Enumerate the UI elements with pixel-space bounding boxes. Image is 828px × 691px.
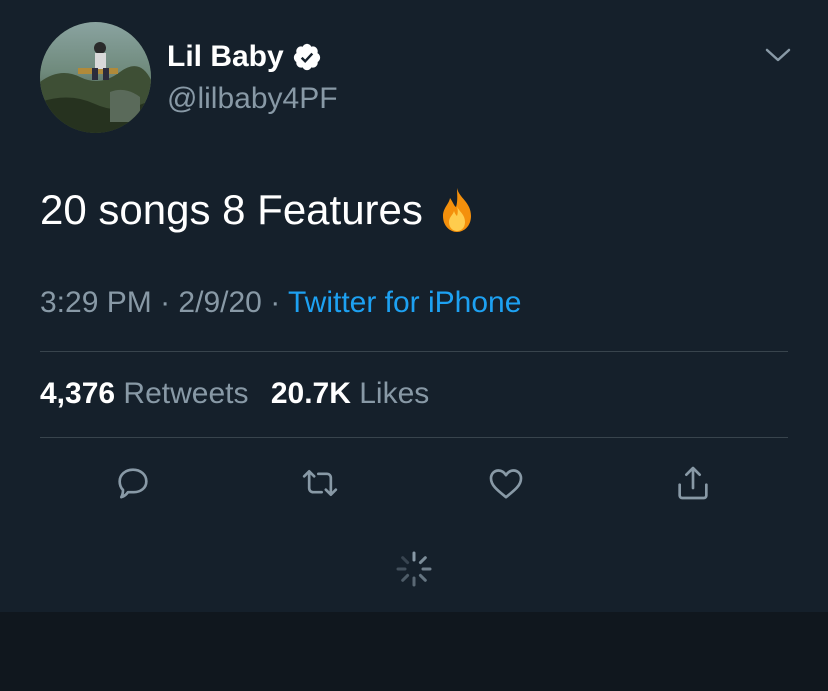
avatar-image: [40, 22, 151, 133]
tweet-date: 2/9/20: [178, 286, 262, 319]
reply-icon[interactable]: [113, 463, 153, 503]
divider: [40, 437, 788, 438]
bottom-bar: [0, 612, 828, 691]
retweets-stat[interactable]: 4,376 Retweets: [40, 377, 248, 410]
meta-separator: ·: [160, 286, 171, 319]
screen: Lil Baby @lilbaby4PF 20 songs 8 Features: [0, 0, 828, 691]
verified-badge-icon: [292, 42, 322, 72]
tweet-detail: Lil Baby @lilbaby4PF 20 songs 8 Features: [0, 0, 828, 612]
meta-separator: ·: [270, 286, 281, 319]
tweet-text: 20 songs 8 Features: [40, 186, 423, 233]
likes-stat[interactable]: 20.7K Likes: [271, 377, 429, 410]
retweets-label: Retweets: [123, 377, 249, 410]
retweets-count: 4,376: [40, 377, 116, 410]
chevron-down-icon[interactable]: [764, 44, 792, 66]
tweet-source-link[interactable]: Twitter for iPhone: [288, 286, 521, 319]
tweet-stats: 4,376 Retweets 20.7K Likes: [40, 377, 429, 411]
loading-spinner-icon: [394, 549, 434, 589]
like-icon[interactable]: [486, 463, 526, 503]
share-icon[interactable]: [673, 463, 713, 503]
tweet-meta: 3:29 PM · 2/9/20 · Twitter for iPhone: [40, 286, 521, 320]
likes-label: Likes: [359, 377, 430, 410]
fire-emoji-icon: [437, 186, 477, 234]
tweet-text-row: 20 songs 8 Features: [40, 186, 477, 234]
tweet-time: 3:29 PM: [40, 286, 152, 319]
divider: [40, 351, 788, 352]
display-name-row[interactable]: Lil Baby: [167, 40, 322, 74]
display-name[interactable]: Lil Baby: [167, 40, 284, 74]
retweet-icon[interactable]: [300, 463, 340, 503]
likes-count: 20.7K: [270, 377, 351, 410]
avatar[interactable]: [40, 22, 151, 133]
user-handle[interactable]: @lilbaby4PF: [167, 82, 338, 116]
